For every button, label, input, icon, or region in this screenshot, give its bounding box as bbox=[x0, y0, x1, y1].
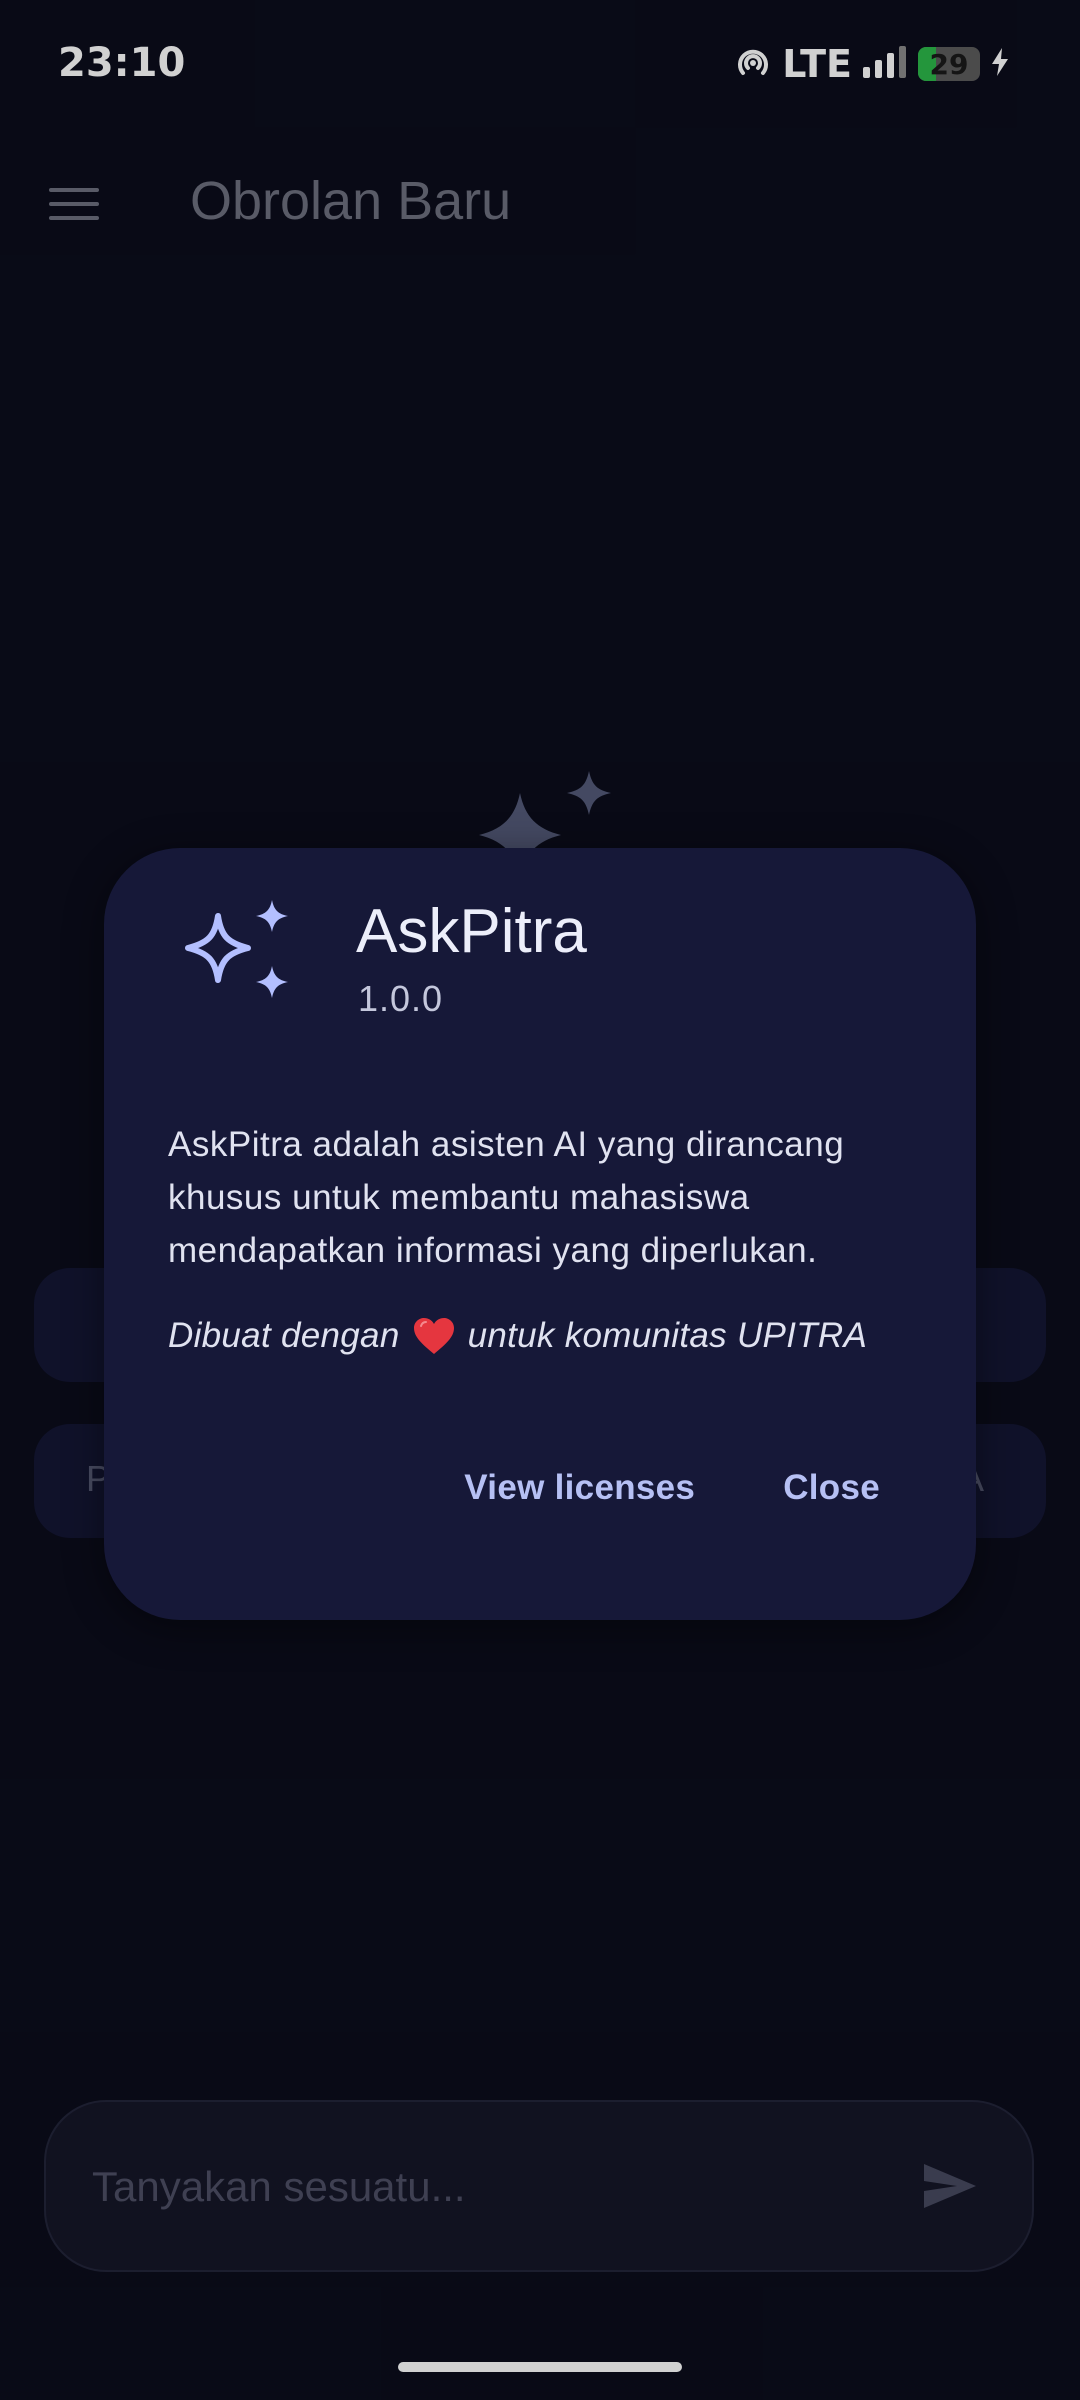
dialog-actions: View licenses Close bbox=[464, 1468, 880, 1508]
credit-text-after: untuk komunitas UPITRA bbox=[467, 1316, 868, 1355]
dialog-description: AskPitra adalah asisten AI yang dirancan… bbox=[168, 1125, 845, 1270]
credit-text-before: Dibuat dengan bbox=[168, 1316, 400, 1355]
screen: 23:10 LTE 29 Obrolan Baru P Tanyakan ses… bbox=[0, 0, 1080, 2400]
dialog-credit: Dibuat dengan untuk komunitas UPITRA bbox=[168, 1316, 948, 1356]
view-licenses-button[interactable]: View licenses bbox=[464, 1468, 695, 1508]
about-dialog: AskPitra 1.0.0 AskPitra adalah asisten A… bbox=[104, 848, 976, 1620]
heart-icon bbox=[412, 1316, 456, 1356]
sparkle-logo-icon bbox=[172, 892, 292, 1012]
close-button[interactable]: Close bbox=[783, 1468, 880, 1508]
dialog-app-name: AskPitra bbox=[356, 897, 587, 966]
dialog-app-version: 1.0.0 bbox=[358, 978, 444, 1019]
